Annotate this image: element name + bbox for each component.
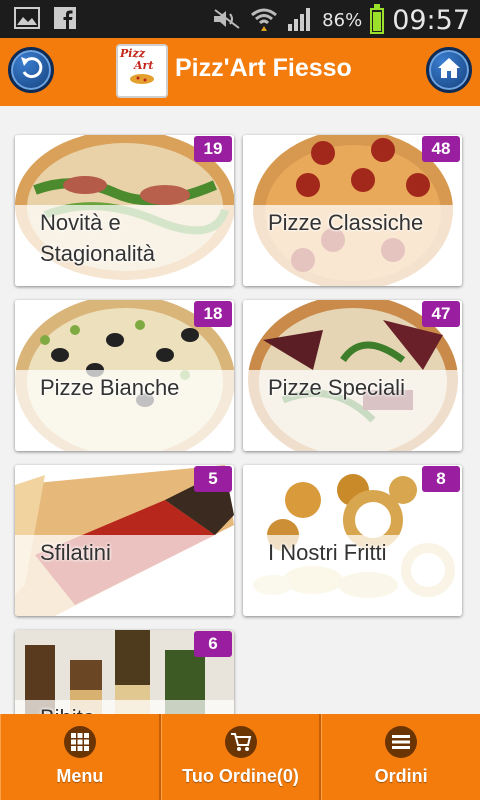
- home-icon: [436, 56, 462, 85]
- category-label: I Nostri Fritti: [268, 540, 387, 565]
- category-label: Pizze Bianche: [40, 375, 180, 400]
- wifi-icon: [250, 6, 278, 36]
- tab-orders-label: Ordini: [374, 766, 428, 786]
- facebook-icon: [54, 7, 76, 34]
- item-count-badge: 6: [194, 631, 232, 657]
- tab-order[interactable]: Tuo Ordine(0): [160, 714, 322, 800]
- mute-icon: [212, 8, 242, 34]
- category-card-speciali[interactable]: Pizze Speciali 47: [243, 300, 462, 451]
- clock: 09:57: [392, 5, 470, 36]
- logo-text-art: Art: [134, 59, 154, 72]
- signal-icon: [286, 6, 314, 36]
- category-label: Novità e Stagionalità: [40, 210, 155, 266]
- status-bar: 86% 09:57: [0, 0, 480, 38]
- item-count-badge: 5: [194, 466, 232, 492]
- app-logo: Pizz Art: [116, 44, 168, 98]
- back-arrow-icon: [18, 55, 44, 86]
- list-icon: [385, 726, 418, 758]
- item-count-badge: 47: [422, 301, 460, 327]
- category-label: Pizze Classiche: [268, 210, 424, 235]
- category-card-bibite[interactable]: Bibite 6: [15, 630, 234, 714]
- category-card-sfilatini[interactable]: Sfilatini 5: [15, 465, 234, 616]
- bottom-tab-bar: Menu Tuo Ordine(0) Ordini: [0, 714, 480, 800]
- tab-orders[interactable]: Ordini: [321, 714, 480, 800]
- app-title: Pizz'Art Fiesso: [175, 54, 352, 82]
- item-count-badge: 8: [422, 466, 460, 492]
- tab-menu-label: Menu: [56, 766, 104, 786]
- category-card-novita[interactable]: Novità e Stagionalità 19: [15, 135, 234, 286]
- category-label: Sfilatini: [40, 540, 111, 565]
- category-label: Bibite: [40, 702, 226, 714]
- category-card-bianche[interactable]: Pizze Bianche 18: [15, 300, 234, 451]
- item-count-badge: 19: [194, 136, 232, 162]
- cart-icon: [224, 726, 257, 758]
- item-count-badge: 48: [422, 136, 460, 162]
- category-card-classiche[interactable]: Pizze Classiche 48: [243, 135, 462, 286]
- home-button[interactable]: [426, 47, 472, 93]
- category-card-fritti[interactable]: I Nostri Fritti 8: [243, 465, 462, 616]
- category-label: Pizze Speciali: [268, 375, 405, 400]
- app-header: Pizz Art Pizz'Art Fiesso: [0, 38, 480, 106]
- grid-icon: [63, 726, 96, 758]
- battery-percent: 86%: [322, 10, 363, 31]
- item-count-badge: 18: [194, 301, 232, 327]
- tab-menu[interactable]: Menu: [0, 714, 161, 800]
- category-grid: Novità e Stagionalità 19 Pizze Classiche…: [0, 106, 480, 714]
- logo-pizza-icon: [130, 74, 154, 84]
- gallery-icon: [14, 7, 40, 34]
- back-button[interactable]: [8, 47, 54, 93]
- battery-icon: [370, 3, 385, 34]
- tab-order-label: Tuo Ordine(0): [182, 766, 299, 786]
